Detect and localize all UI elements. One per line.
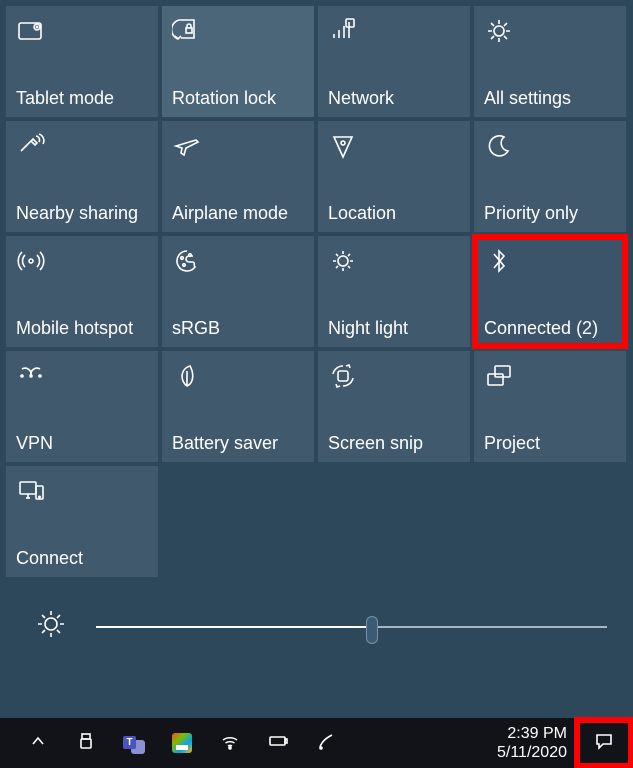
battery-icon [268, 731, 288, 756]
tile-label: Connect [16, 547, 148, 569]
usb-icon [76, 731, 96, 756]
project-icon [484, 361, 616, 395]
airplane-icon [172, 131, 304, 165]
pen-icon [316, 731, 336, 756]
leaf-icon [172, 361, 304, 395]
tile-label: Connected (2) [484, 317, 616, 339]
tile-rotation-lock[interactable]: Rotation lock [162, 6, 314, 117]
palette-icon [172, 246, 304, 280]
tile-label: Airplane mode [172, 202, 304, 224]
tile-nearby-sharing[interactable]: Nearby sharing [6, 121, 158, 232]
tile-tablet-mode[interactable]: Tablet mode [6, 6, 158, 117]
action-center-icon [594, 731, 614, 756]
nearby-share-icon [16, 131, 148, 165]
cellular-icon [328, 16, 460, 50]
night-light-icon [328, 246, 460, 280]
taskbar-clock[interactable]: 2:39 PM 5/11/2020 [491, 724, 575, 762]
moon-icon [484, 131, 616, 165]
quick-action-tiles: Tablet mode Rotation lock Network All setti… [6, 6, 627, 577]
location-icon [328, 131, 460, 165]
bluetooth-icon [484, 246, 616, 280]
vpn-icon [16, 361, 148, 395]
tile-label: Night light [328, 317, 460, 339]
connect-icon [16, 476, 148, 510]
brightness-slider-row [6, 607, 627, 646]
tray-powertoys[interactable] [158, 718, 206, 768]
tile-battery-saver[interactable]: Battery saver [162, 351, 314, 462]
tile-srgb[interactable]: sRGB [162, 236, 314, 347]
tile-bluetooth[interactable]: Connected (2) [474, 236, 626, 347]
action-center-panel: Tablet mode Rotation lock Network All setti… [0, 0, 633, 718]
tile-label: Battery saver [172, 432, 304, 454]
tile-connect[interactable]: Connect [6, 466, 158, 577]
clock-date: 5/11/2020 [497, 743, 567, 762]
tile-label: Tablet mode [16, 87, 148, 109]
taskbar: T 2:39 PM 5/11/2020 [0, 718, 633, 768]
clock-time: 2:39 PM [497, 724, 567, 743]
tile-label: sRGB [172, 317, 304, 339]
brightness-icon [34, 607, 68, 646]
snip-icon [328, 361, 460, 395]
tile-label: All settings [484, 87, 616, 109]
tile-label: Location [328, 202, 460, 224]
tile-label: Priority only [484, 202, 616, 224]
brightness-thumb[interactable] [366, 616, 378, 644]
tile-vpn[interactable]: VPN [6, 351, 158, 462]
tile-all-settings[interactable]: All settings [474, 6, 626, 117]
tray-teams[interactable]: T [110, 718, 158, 768]
teams-icon: T [123, 732, 145, 754]
tile-label: Mobile hotspot [16, 317, 148, 339]
tablet-mode-icon [16, 16, 148, 50]
action-center-button[interactable] [575, 718, 633, 768]
tile-mobile-hotspot[interactable]: Mobile hotspot [6, 236, 158, 347]
gear-icon [484, 16, 616, 50]
powertoys-icon [172, 733, 192, 753]
tray-overflow[interactable] [14, 718, 62, 768]
tray-wifi[interactable] [206, 718, 254, 768]
tile-label: Project [484, 432, 616, 454]
tile-label: Screen snip [328, 432, 460, 454]
tile-priority-only[interactable]: Priority only [474, 121, 626, 232]
tile-project[interactable]: Project [474, 351, 626, 462]
hotspot-icon [16, 246, 148, 280]
system-tray: T [14, 718, 350, 768]
tile-label: VPN [16, 432, 148, 454]
tile-screen-snip[interactable]: Screen snip [318, 351, 470, 462]
tray-pen[interactable] [302, 718, 350, 768]
tray-usb[interactable] [62, 718, 110, 768]
tile-network[interactable]: Network [318, 6, 470, 117]
tile-label: Nearby sharing [16, 202, 148, 224]
tray-battery[interactable] [254, 718, 302, 768]
chevron-up-icon [28, 731, 48, 756]
tile-location[interactable]: Location [318, 121, 470, 232]
rotation-lock-icon [172, 16, 304, 50]
wifi-icon [220, 731, 240, 756]
tile-label: Rotation lock [172, 87, 304, 109]
tile-airplane-mode[interactable]: Airplane mode [162, 121, 314, 232]
tile-night-light[interactable]: Night light [318, 236, 470, 347]
brightness-slider[interactable] [96, 626, 607, 628]
tile-label: Network [328, 87, 460, 109]
